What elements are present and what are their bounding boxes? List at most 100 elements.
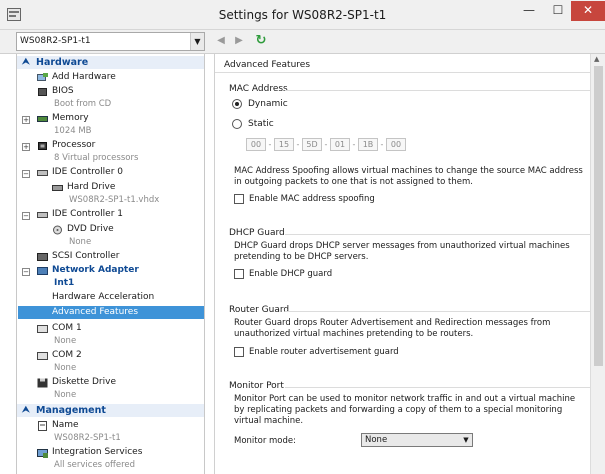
dhcp-guard-checkbox[interactable] — [234, 269, 244, 279]
sidebar-item-name[interactable]: Name — [17, 419, 204, 432]
title-bar: Settings for WS08R2-SP1-t1 — ☐ ✕ — [0, 0, 605, 30]
memory-icon — [37, 116, 48, 122]
sidebar-item-label: DVD Drive — [67, 224, 114, 234]
toolbar: WS08R2-SP1-t1 ▼ ◀ ▶ ↻ — [0, 30, 605, 54]
dhcp-guard-description: DHCP Guard drops DHCP server messages fr… — [234, 241, 570, 262]
dvd-drive-icon — [53, 225, 62, 235]
sidebar-item-com1[interactable]: COM 1 — [17, 322, 204, 335]
sidebar-item-ide-controller-1[interactable]: IDE Controller 1 — [17, 208, 204, 221]
sidebar-item-bios[interactable]: BIOS — [17, 85, 204, 98]
maximize-button[interactable]: ☐ — [544, 1, 572, 21]
mac-octet-field[interactable]: 1B — [358, 138, 378, 151]
network-adapter-int1[interactable]: Int1 — [17, 277, 204, 290]
refresh-icon[interactable]: ↻ — [254, 34, 268, 48]
vertical-scrollbar[interactable]: ▲ — [590, 54, 605, 474]
integration-subtext: All services offered — [54, 460, 136, 470]
scroll-up-icon[interactable]: ▲ — [594, 55, 599, 63]
sidebar-item-memory[interactable]: Memory — [17, 112, 204, 125]
router-guard-group-title: Router Guard — [229, 305, 290, 315]
sidebar-item-label: Integration Services — [52, 447, 143, 457]
name-tag-icon — [38, 421, 47, 431]
router-guard-checkbox[interactable] — [234, 347, 244, 357]
dvd-drive-subtext: None — [69, 237, 92, 247]
forward-arrow-icon[interactable]: ▶ — [232, 34, 246, 48]
sidebar-item-label: Add Hardware — [52, 72, 116, 82]
chevron-down-icon: ▼ — [190, 33, 204, 50]
mac-octet-field[interactable]: 00 — [386, 138, 406, 151]
int1-label: Int1 — [54, 278, 75, 288]
monitor-mode-label: Monitor mode: — [234, 436, 296, 446]
name-subtext: WS08R2-SP1-t1 — [54, 433, 121, 443]
vm-selector-dropdown[interactable]: WS08R2-SP1-t1 ▼ — [16, 32, 205, 51]
sidebar-item-dvd-drive[interactable]: DVD Drive — [17, 223, 204, 236]
diskette-icon — [37, 378, 48, 388]
mac-octet-field[interactable]: 00 — [246, 138, 266, 151]
settings-sidebar: ⮝ Hardware Add Hardware BIOS Boot from C… — [16, 54, 205, 474]
sidebar-item-label: COM 1 — [52, 323, 82, 333]
sidebar-item-hardware-acceleration[interactable]: Hardware Acceleration — [17, 291, 204, 304]
hard-drive-subtext: WS08R2-SP1-t1.vhdx — [69, 195, 160, 205]
mac-separator: - — [352, 140, 356, 149]
sidebar-item-label: Hardware Acceleration — [52, 292, 155, 302]
monitor-mode-value: None — [365, 435, 388, 445]
static-radio[interactable] — [232, 119, 242, 129]
hardware-header-label: Hardware — [36, 57, 89, 68]
sidebar-item-hard-drive[interactable]: Hard Drive — [17, 181, 204, 194]
scsi-controller-icon — [37, 253, 48, 261]
page-title: Advanced Features — [224, 60, 311, 70]
management-section-header[interactable]: ⮝ Management — [17, 404, 204, 417]
sidebar-item-label: Memory — [52, 113, 89, 123]
sidebar-item-processor[interactable]: Processor — [17, 139, 204, 152]
divider — [285, 90, 602, 91]
sidebar-item-diskette-drive[interactable]: Diskette Drive — [17, 376, 204, 389]
divider — [215, 72, 605, 73]
sidebar-item-label: BIOS — [52, 86, 74, 96]
minimize-button[interactable]: — — [515, 1, 543, 21]
close-button[interactable]: ✕ — [571, 1, 605, 21]
sidebar-item-add-hardware[interactable]: Add Hardware — [17, 71, 204, 84]
network-adapter-icon — [37, 267, 48, 275]
mac-separator: - — [324, 140, 328, 149]
sidebar-item-integration-services[interactable]: Integration Services — [17, 446, 204, 459]
monitor-mode-select[interactable]: None ▼ — [361, 433, 473, 447]
mac-spoofing-checkbox[interactable] — [234, 194, 244, 204]
diskette-subtext: None — [54, 390, 77, 400]
mac-octet-field[interactable]: 5D — [302, 138, 322, 151]
mac-octet-field[interactable]: 15 — [274, 138, 294, 151]
dynamic-radio-label: Dynamic — [248, 99, 288, 109]
sidebar-item-label: Hard Drive — [67, 182, 116, 192]
dhcp-guard-group-title: DHCP Guard — [229, 228, 285, 238]
com-port-icon — [37, 352, 48, 360]
add-hardware-icon — [37, 73, 48, 81]
sidebar-item-ide-controller-0[interactable]: IDE Controller 0 — [17, 166, 204, 179]
sidebar-item-scsi-controller[interactable]: SCSI Controller — [17, 250, 204, 263]
sidebar-item-label: Advanced Features — [52, 307, 139, 317]
back-arrow-icon[interactable]: ◀ — [214, 34, 228, 48]
sidebar-item-network-adapter[interactable]: Network Adapter — [17, 264, 204, 277]
com-port-icon — [37, 325, 48, 333]
bios-chip-icon — [38, 88, 47, 96]
mac-separator: - — [296, 140, 300, 149]
mac-octet-field[interactable]: 01 — [330, 138, 350, 151]
dynamic-radio[interactable] — [232, 99, 242, 109]
mac-spoofing-label: Enable MAC address spoofing — [249, 194, 375, 204]
divider — [285, 311, 602, 312]
vm-selector-value: WS08R2-SP1-t1 — [20, 36, 91, 46]
ide-controller-icon — [37, 212, 48, 218]
mac-spoofing-description: MAC Address Spoofing allows virtual mach… — [234, 166, 583, 187]
chevron-up-icon: ⮝ — [22, 57, 30, 67]
integration-services-icon — [37, 449, 48, 458]
chevron-up-icon: ⮝ — [22, 405, 30, 415]
scrollbar-thumb[interactable] — [594, 66, 603, 366]
router-guard-label: Enable router advertisement guard — [249, 347, 399, 357]
processor-icon — [38, 142, 47, 150]
mac-separator: - — [268, 140, 272, 149]
bios-subtext: Boot from CD — [54, 99, 112, 109]
memory-subtext: 1024 MB — [54, 126, 92, 136]
router-guard-description: Router Guard drops Router Advertisement … — [234, 318, 551, 339]
sidebar-item-com2[interactable]: COM 2 — [17, 349, 204, 362]
sidebar-item-advanced-features[interactable]: Advanced Features — [18, 306, 204, 319]
sidebar-item-label: SCSI Controller — [52, 251, 120, 261]
hardware-section-header[interactable]: ⮝ Hardware — [17, 56, 204, 69]
mac-address-group-title: MAC Address — [229, 84, 288, 94]
